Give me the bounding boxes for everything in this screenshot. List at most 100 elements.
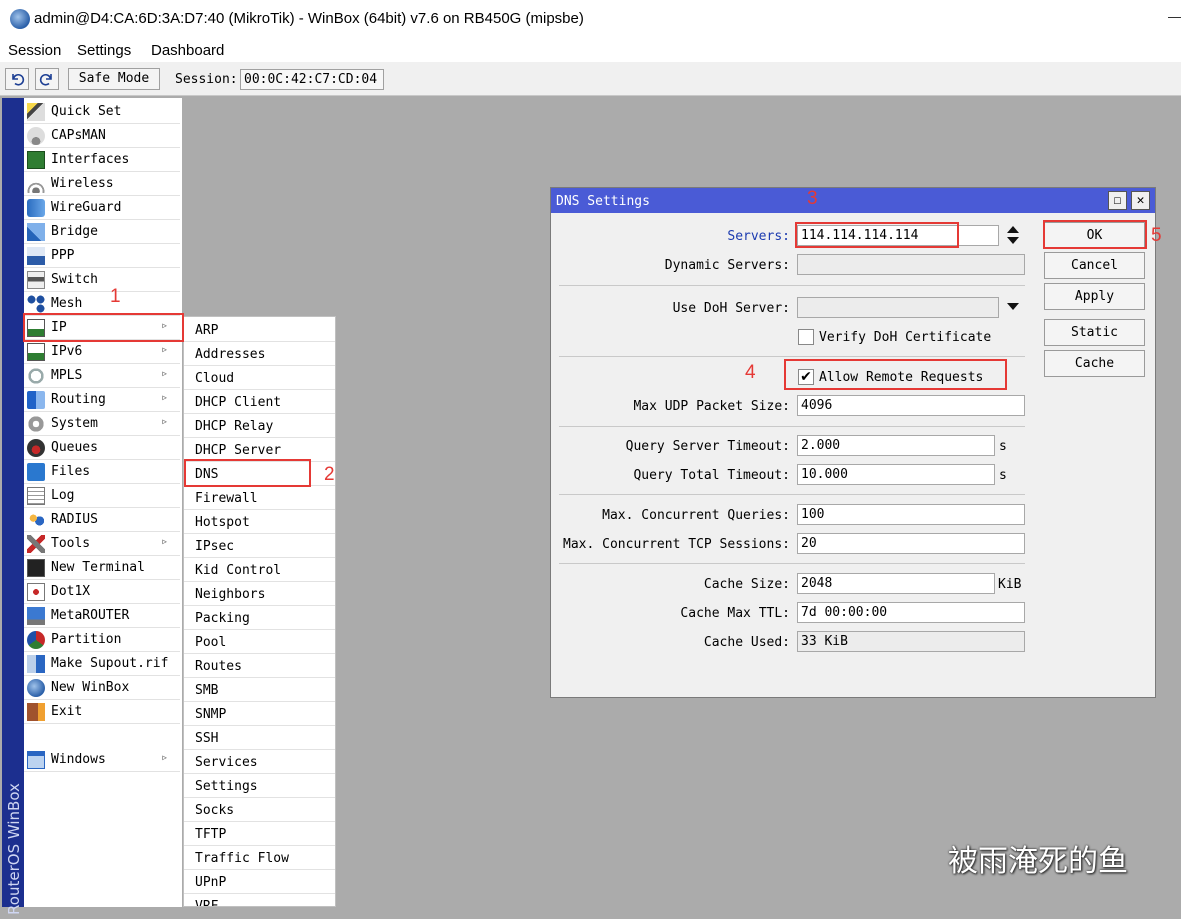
sidebar-item-windows[interactable]: Windows ▹ (24, 748, 180, 772)
annotation-number-2: 2 (324, 464, 335, 485)
ip-submenu-item-snmp[interactable]: SNMP (184, 702, 335, 726)
ip-submenu-label: VRF (195, 899, 219, 907)
ip-submenu-item-firewall[interactable]: Firewall (184, 486, 335, 510)
menu-dashboard[interactable]: Dashboard (151, 42, 224, 59)
verify-doh-checkbox[interactable] (798, 329, 814, 345)
ip-submenu-item-cloud[interactable]: Cloud (184, 366, 335, 390)
routing-icon (27, 391, 45, 409)
ip-submenu-label: Addresses (195, 347, 266, 362)
ip-submenu-item-routes[interactable]: Routes (184, 654, 335, 678)
session-label: Session: (175, 72, 238, 87)
max-concurrent-queries-input[interactable]: 100 (797, 504, 1025, 525)
cache-size-label: Cache Size: (703, 577, 790, 592)
redo-button[interactable] (35, 68, 59, 90)
sidebar-item-new-terminal[interactable]: New Terminal (24, 556, 180, 580)
sidebar-item-ppp[interactable]: PPP (24, 244, 180, 268)
sidebar-item-make-supout-rif[interactable]: Make Supout.rif (24, 652, 180, 676)
query-server-timeout-input[interactable]: 2.000 (797, 435, 995, 456)
ip-submenu-item-smb[interactable]: SMB (184, 678, 335, 702)
close-icon[interactable]: ✕ (1131, 191, 1150, 210)
sidebar-item-interfaces[interactable]: Interfaces (24, 148, 180, 172)
query-server-timeout-label: Query Server Timeout: (625, 439, 790, 454)
divider (559, 563, 1025, 564)
sidebar-item-exit[interactable]: Exit (24, 700, 180, 724)
cancel-button[interactable]: Cancel (1044, 252, 1145, 279)
sidebar-item-ipv6[interactable]: IPv6 ▹ (24, 340, 180, 364)
submenu-arrow-icon: ▹ (161, 414, 169, 428)
doh-dropdown[interactable] (1005, 300, 1021, 314)
ip-submenu-item-socks[interactable]: Socks (184, 798, 335, 822)
routeros-winbox-strip: RouterOS WinBox (2, 98, 24, 915)
dynamic-servers-field (797, 254, 1025, 275)
winbox-icon (27, 679, 45, 697)
ip-submenu-item-hotspot[interactable]: Hotspot (184, 510, 335, 534)
static-button[interactable]: Static (1044, 319, 1145, 346)
ip-submenu-item-packing[interactable]: Packing (184, 606, 335, 630)
sidebar-item-switch[interactable]: Switch (24, 268, 180, 292)
ip-submenu-label: Hotspot (195, 515, 250, 530)
dialog-titlebar[interactable]: DNS Settings ☐ ✕ (551, 188, 1155, 213)
ip-submenu-item-tftp[interactable]: TFTP (184, 822, 335, 846)
wand-icon (27, 103, 45, 121)
servers-add-remove-arrows[interactable] (1005, 223, 1021, 247)
sidebar-item-metarouter[interactable]: MetaROUTER (24, 604, 180, 628)
sidebar-item-system[interactable]: System ▹ (24, 412, 180, 436)
sidebar-item-bridge[interactable]: Bridge (24, 220, 180, 244)
servers-label: Servers: (727, 229, 790, 244)
ip-submenu-item-arp[interactable]: ARP (184, 318, 335, 342)
maximize-icon[interactable]: ☐ (1108, 191, 1127, 210)
sidebar-item-quick-set[interactable]: Quick Set (24, 100, 180, 124)
redo-icon (39, 74, 52, 86)
doh-server-select[interactable] (797, 297, 999, 318)
max-tcp-sessions-input[interactable]: 20 (797, 533, 1025, 554)
submenu-arrow-icon: ▹ (161, 750, 169, 764)
sidebar-item-routing[interactable]: Routing ▹ (24, 388, 180, 412)
cache-size-input[interactable]: 2048 (797, 573, 995, 594)
ip-submenu-item-ssh[interactable]: SSH (184, 726, 335, 750)
menu-settings[interactable]: Settings (77, 42, 131, 59)
ip-submenu-label: DHCP Server (195, 443, 282, 458)
apply-button[interactable]: Apply (1044, 283, 1145, 310)
ip-submenu-item-kid-control[interactable]: Kid Control (184, 558, 335, 582)
menu-session[interactable]: Session (8, 42, 61, 59)
dns-settings-dialog: DNS Settings ☐ ✕ Servers: 114.114.114.11… (550, 187, 1156, 698)
ip-submenu-item-ipsec[interactable]: IPsec (184, 534, 335, 558)
safe-mode-button[interactable]: Safe Mode (68, 68, 160, 90)
sidebar-item-mpls[interactable]: MPLS ▹ (24, 364, 180, 388)
undo-button[interactable] (5, 68, 29, 90)
cache-max-ttl-label: Cache Max TTL: (680, 606, 790, 621)
sidebar-item-tools[interactable]: Tools ▹ (24, 532, 180, 556)
sidebar-item-log[interactable]: Log (24, 484, 180, 508)
submenu-arrow-icon: ▹ (161, 534, 169, 548)
sidebar-item-wireguard[interactable]: WireGuard (24, 196, 180, 220)
ip-submenu-label: Firewall (195, 491, 258, 506)
cache-max-ttl-input[interactable]: 7d 00:00:00 (797, 602, 1025, 623)
sidebar-item-wireless[interactable]: Wireless (24, 172, 180, 196)
ip-submenu-item-settings[interactable]: Settings (184, 774, 335, 798)
ip-submenu-item-services[interactable]: Services (184, 750, 335, 774)
wifi-icon (27, 175, 45, 193)
sidebar-item-queues[interactable]: Queues (24, 436, 180, 460)
sidebar-item-label: Partition (51, 632, 122, 647)
ip-submenu-item-dhcp-relay[interactable]: DHCP Relay (184, 414, 335, 438)
minimize-icon[interactable] (1168, 17, 1181, 18)
ip-submenu-item-addresses[interactable]: Addresses (184, 342, 335, 366)
sidebar-item-radius[interactable]: RADIUS (24, 508, 180, 532)
sidebar-item-dot1x[interactable]: Dot1X (24, 580, 180, 604)
max-udp-input[interactable]: 4096 (797, 395, 1025, 416)
sidebar-item-label: Exit (51, 704, 83, 719)
ip-submenu-item-upnp[interactable]: UPnP (184, 870, 335, 894)
sidebar-item-files[interactable]: Files (24, 460, 180, 484)
ip-submenu-item-neighbors[interactable]: Neighbors (184, 582, 335, 606)
query-total-timeout-input[interactable]: 10.000 (797, 464, 995, 485)
cache-button[interactable]: Cache (1044, 350, 1145, 377)
ip-submenu-item-traffic-flow[interactable]: Traffic Flow (184, 846, 335, 870)
annotation-number-1: 1 (110, 286, 121, 307)
sidebar-item-partition[interactable]: Partition (24, 628, 180, 652)
sidebar-item-capsman[interactable]: CAPsMAN (24, 124, 180, 148)
ip-submenu-item-vrf[interactable]: VRF (184, 894, 335, 907)
ip-submenu-item-dhcp-client[interactable]: DHCP Client (184, 390, 335, 414)
session-field[interactable]: 00:0C:42:C7:CD:04 (240, 69, 384, 90)
ip-submenu-item-pool[interactable]: Pool (184, 630, 335, 654)
sidebar-item-new-winbox[interactable]: New WinBox (24, 676, 180, 700)
